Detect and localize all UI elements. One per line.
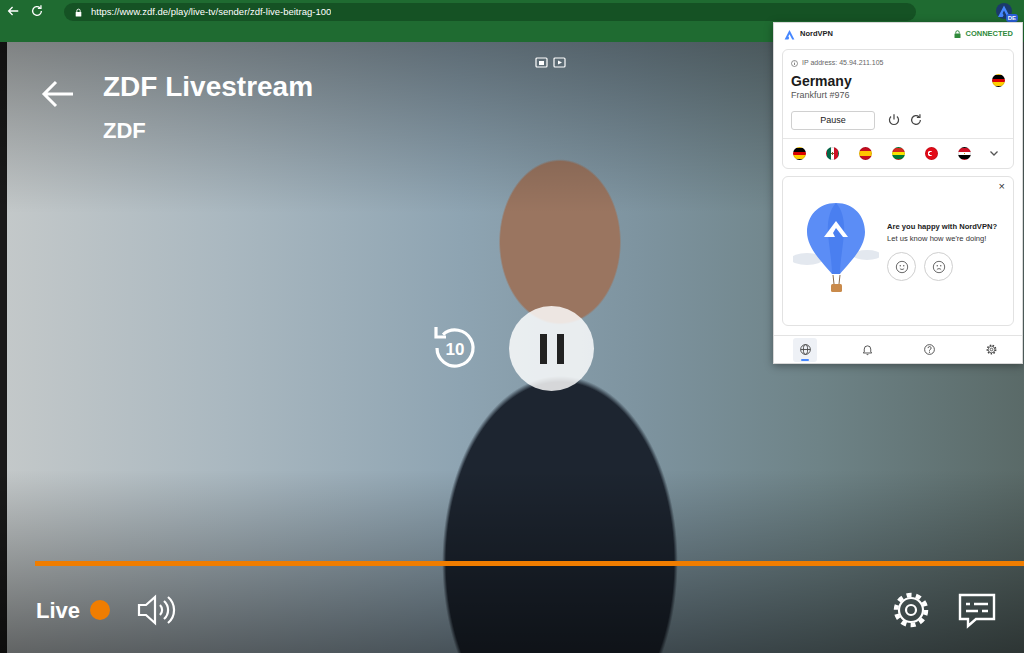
help-icon <box>923 343 936 356</box>
feedback-happy-button[interactable] <box>887 252 916 281</box>
feedback-subtitle: Let us know how we're doing! <box>887 234 997 244</box>
nordvpn-popup: NordVPN CONNECTED IP address: 45.94.211.10… <box>773 22 1023 364</box>
settings-gear-icon[interactable] <box>890 589 932 631</box>
play-pause-button[interactable] <box>509 306 594 391</box>
brand-name: NordVPN <box>800 28 833 39</box>
rewind-seconds: 10 <box>425 337 485 363</box>
nordvpn-logo-icon <box>783 28 796 41</box>
status-text: CONNECTED <box>965 28 1013 39</box>
live-dot <box>90 600 110 620</box>
country-flag-icon[interactable] <box>925 147 938 160</box>
back-icon[interactable] <box>6 4 22 20</box>
player-mode-icons[interactable] <box>535 57 567 69</box>
lock-icon <box>954 30 961 38</box>
feedback-sad-button[interactable] <box>924 252 953 281</box>
reload-icon[interactable] <box>30 4 46 20</box>
country-name: Germany <box>791 73 992 90</box>
feedback-options <box>887 252 997 281</box>
location-text: IP address: 45.94.211.105 GermanyFrankfur… <box>791 58 992 103</box>
nordvpn-extension-button[interactable]: DE <box>996 3 1016 21</box>
vpn-header: NordVPN CONNECTED <box>774 23 1022 45</box>
channel-name: ZDF <box>103 118 313 144</box>
live-label[interactable]: Live <box>36 594 80 627</box>
settings-icon <box>985 343 998 356</box>
rewind-button[interactable]: 10 <box>425 318 485 378</box>
progress-fill <box>35 561 1024 566</box>
location-info: IP address: 45.94.211.105 GermanyFrankfur… <box>783 50 1013 103</box>
chevron-down-icon[interactable] <box>989 148 999 158</box>
country-flag-icon[interactable] <box>958 147 971 160</box>
volume-icon[interactable] <box>134 589 176 631</box>
nav-settings-tab[interactable] <box>979 338 1003 362</box>
pause-button[interactable]: Pause <box>791 111 875 130</box>
player-titles: ZDF Livestream ZDF <box>103 70 313 144</box>
bottom-nav <box>774 335 1022 363</box>
feedback-title: Are you happy with NordVPN? <box>887 222 997 232</box>
feedback-content: Are you happy with NordVPN? Let us know h… <box>887 222 997 281</box>
country-flag-icon <box>992 74 1005 87</box>
power-icon[interactable] <box>887 113 901 127</box>
url-text: https://www.zdf.de/play/live-tv/sender/z… <box>91 5 331 19</box>
connection-actions: Pause <box>783 103 1013 138</box>
browser-window: https://www.zdf.de/play/live-tv/sender/z… <box>0 0 1024 653</box>
extension-badge: DE <box>1006 14 1018 22</box>
globe-icon <box>799 343 812 356</box>
country-flag-icon[interactable] <box>793 147 806 160</box>
quick-connect-list <box>793 147 971 160</box>
close-button[interactable]: × <box>997 179 1007 194</box>
country-flag-icon[interactable] <box>892 147 905 160</box>
ip-address: IP address: 45.94.211.105 <box>791 58 992 69</box>
feedback-card: × Are you happy with NordVPN? Let us know … <box>782 176 1014 326</box>
country-flag-icon[interactable] <box>859 147 872 160</box>
subtitles-icon[interactable] <box>956 589 998 631</box>
stream-title: ZDF Livestream <box>103 70 313 104</box>
quick-connect-row <box>783 138 1013 168</box>
country-flag-icon[interactable] <box>826 147 839 160</box>
reconnect-icon[interactable] <box>909 113 923 127</box>
back-arrow-icon[interactable] <box>40 76 76 112</box>
connection-card: IP address: 45.94.211.105 GermanyFrankfur… <box>782 49 1014 169</box>
server-name: Frankfurt #976 <box>791 89 992 103</box>
ip-text: IP address: 45.94.211.105 <box>802 58 883 69</box>
toolbar-row: https://www.zdf.de/play/live-tv/sender/z… <box>6 3 1018 21</box>
bell-icon <box>861 343 874 356</box>
info-icon <box>791 60 798 67</box>
nav-bell-tab[interactable] <box>855 338 879 362</box>
sad-face-icon <box>932 260 946 274</box>
progress-track[interactable] <box>35 561 1024 566</box>
happy-face-icon <box>895 260 909 274</box>
nav-globe-tab[interactable] <box>793 338 817 362</box>
pause-icon <box>537 332 567 366</box>
balloon-illustration-icon <box>793 197 879 307</box>
lock-icon <box>74 8 83 17</box>
nav-help-tab[interactable] <box>917 338 941 362</box>
player-controls: Live <box>36 588 998 632</box>
connection-status: CONNECTED <box>954 28 1013 39</box>
address-bar[interactable]: https://www.zdf.de/play/live-tv/sender/z… <box>64 3 916 21</box>
